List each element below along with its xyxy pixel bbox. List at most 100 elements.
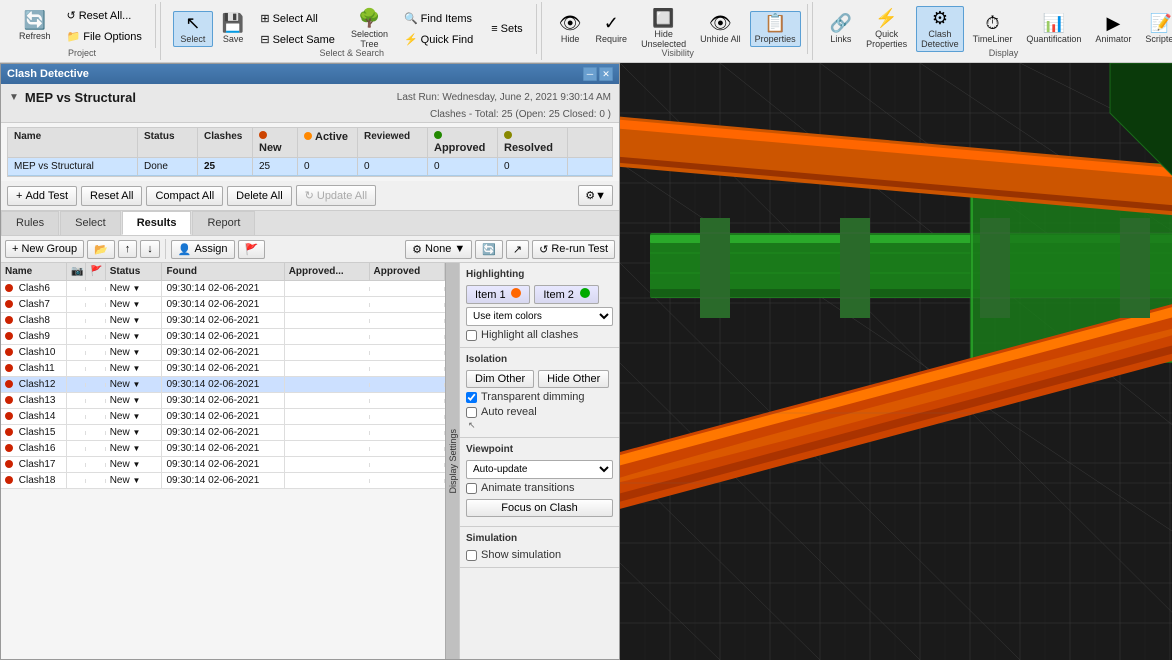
clash-name-cell: Clash15	[1, 425, 67, 440]
quantification-button[interactable]: 📊 Quantification	[1021, 11, 1086, 47]
export-button[interactable]: ↗	[506, 240, 529, 259]
view-button[interactable]: 🔄	[475, 240, 503, 259]
auto-update-select[interactable]: Auto-update	[466, 460, 613, 479]
settings-dropdown-button[interactable]: ⚙ ▼	[578, 185, 613, 206]
tab-select[interactable]: Select	[60, 211, 121, 235]
select-all-icon: ⊞	[260, 12, 269, 25]
item2-button[interactable]: Item 2	[534, 285, 598, 304]
clash-row-clash9[interactable]: Clash9 New ▼ 09:30:14 02-06-2021	[1, 329, 445, 345]
animate-transitions-checkbox[interactable]	[466, 483, 477, 494]
clash-name-cell: Clash14	[1, 409, 67, 424]
quick-find-button[interactable]: ⚡ Quick Find	[397, 30, 480, 49]
status-chevron-icon: ▼	[133, 380, 141, 389]
r-flag-header: 🚩	[86, 263, 105, 280]
results-icon-btn-4[interactable]: 🚩	[238, 240, 266, 259]
reset-all-button[interactable]: ↺ Reset All...	[60, 6, 149, 25]
hide-other-button[interactable]: Hide Other	[538, 370, 609, 388]
clash-flag-cell	[86, 431, 105, 435]
update-all-button[interactable]: ↻ Update All	[296, 185, 376, 206]
viewport-svg	[620, 63, 1172, 660]
clash-approved-cell	[370, 367, 445, 371]
none-dropdown-button[interactable]: ⚙ None ▼	[405, 240, 472, 259]
results-icon-btn-2[interactable]: ↑	[118, 240, 138, 258]
clash-row-clash14[interactable]: Clash14 New ▼ 09:30:14 02-06-2021	[1, 409, 445, 425]
clash-found-cell: 09:30:14 02-06-2021	[162, 345, 284, 360]
select-same-button[interactable]: ⊟ Select Same	[253, 30, 342, 49]
focus-on-clash-button[interactable]: Focus on Clash	[466, 499, 613, 517]
find-items-button[interactable]: 🔍 Find Items	[397, 9, 480, 28]
test-row-1[interactable]: MEP vs Structural Done 25 25 0 0 0 0	[8, 158, 612, 176]
add-test-button[interactable]: + Add Test	[7, 186, 77, 206]
links-button[interactable]: 🔗 Links	[825, 11, 857, 47]
auto-reveal-checkbox[interactable]	[466, 407, 477, 418]
clash-row-clash8[interactable]: Clash8 New ▼ 09:30:14 02-06-2021	[1, 313, 445, 329]
select-all-button[interactable]: ⊞ Select All	[253, 9, 342, 28]
hide-button[interactable]: 👁 Hide	[554, 11, 587, 47]
item1-color	[511, 288, 521, 298]
require-button[interactable]: ✓ Require	[591, 11, 633, 47]
file-options-button[interactable]: 📁 File Options	[60, 27, 149, 46]
viewpoint-section: Viewpoint Auto-update Animate transition…	[460, 438, 619, 527]
highlight-all-checkbox[interactable]	[466, 330, 477, 341]
clash-detective-toolbar-button[interactable]: ⚙ ClashDetective	[916, 6, 964, 52]
clash-row-clash12[interactable]: Clash12 New ▼ 09:30:14 02-06-2021	[1, 377, 445, 393]
compact-all-button[interactable]: Compact All	[146, 186, 223, 206]
add-icon: +	[16, 190, 22, 202]
tab-results[interactable]: Results	[122, 211, 192, 235]
assign-button[interactable]: 👤 Assign	[171, 240, 235, 259]
results-icon-btn-3[interactable]: ↓	[140, 240, 160, 258]
close-button[interactable]: ✕	[599, 67, 613, 81]
clashes-summary: Clashes - Total: 25 (Open: 25 Closed: 0 …	[430, 109, 611, 120]
timeliner-button[interactable]: ⏱ TimeLiner	[968, 11, 1018, 47]
results-icon-btn-1[interactable]: 📂	[87, 240, 115, 259]
clash-row-clash10[interactable]: Clash10 New ▼ 09:30:14 02-06-2021	[1, 345, 445, 361]
quickfind-icon: ⚡	[404, 33, 418, 46]
reset-all-test-button[interactable]: Reset All	[81, 186, 142, 206]
panel-title: Clash Detective	[7, 68, 89, 80]
clash-camera-cell	[67, 303, 86, 307]
show-simulation-checkbox[interactable]	[466, 550, 477, 561]
collapse-button[interactable]: ▼	[9, 92, 19, 103]
clash-row-clash15[interactable]: Clash15 New ▼ 09:30:14 02-06-2021	[1, 425, 445, 441]
selection-tree-button[interactable]: 🌳 SelectionTree	[346, 6, 393, 52]
results-table[interactable]: Name 📷 🚩 Status Found Approved... Approv…	[1, 263, 445, 659]
clash-row-clash7[interactable]: Clash7 New ▼ 09:30:14 02-06-2021	[1, 297, 445, 313]
scripter-button[interactable]: 📝 Scripter	[1140, 11, 1172, 47]
clash-row-clash13[interactable]: Clash13 New ▼ 09:30:14 02-06-2021	[1, 393, 445, 409]
unhide-all-button[interactable]: 👁 Unhide All	[695, 11, 746, 47]
clash-row-clash16[interactable]: Clash16 New ▼ 09:30:14 02-06-2021	[1, 441, 445, 457]
select-button[interactable]: ↖ Select	[173, 11, 213, 47]
properties-button[interactable]: 📋 Properties	[750, 11, 801, 47]
clash-row-clash17[interactable]: Clash17 New ▼ 09:30:14 02-06-2021	[1, 457, 445, 473]
delete-all-button[interactable]: Delete All	[227, 186, 291, 206]
clash-approved-by-cell	[285, 399, 370, 403]
dim-other-button[interactable]: Dim Other	[466, 370, 534, 388]
clash-camera-cell	[67, 287, 86, 291]
item1-button[interactable]: Item 1	[466, 285, 530, 304]
clash-flag-cell	[86, 351, 105, 355]
hide-unselected-button[interactable]: 🔲 HideUnselected	[636, 6, 691, 52]
sets-button[interactable]: ≡ Sets	[484, 20, 529, 38]
tab-report[interactable]: Report	[192, 211, 255, 235]
clash-row-clash18[interactable]: Clash18 New ▼ 09:30:14 02-06-2021	[1, 473, 445, 489]
panel-titlebar: Clash Detective ─ ✕	[1, 64, 619, 84]
refresh-button[interactable]: 🔄 Refresh	[14, 8, 56, 44]
quick-properties-button[interactable]: ⚡ QuickProperties	[861, 6, 912, 52]
animator-button[interactable]: ▶ Animator	[1090, 11, 1136, 47]
save-button[interactable]: 💾 Save	[217, 11, 249, 47]
use-item-colors-select[interactable]: Use item colors	[466, 307, 613, 326]
new-group-button[interactable]: + New Group	[5, 240, 84, 258]
clash-found-cell: 09:30:14 02-06-2021	[162, 457, 284, 472]
clash-row-clash11[interactable]: Clash11 New ▼ 09:30:14 02-06-2021	[1, 361, 445, 377]
clash-name-cell: Clash10	[1, 345, 67, 360]
tab-rules[interactable]: Rules	[1, 211, 59, 235]
clash-row-clash6[interactable]: Clash6 New ▼ 09:30:14 02-06-2021	[1, 281, 445, 297]
clash-camera-cell	[67, 319, 86, 323]
results-table-header: Name 📷 🚩 Status Found Approved... Approv…	[1, 263, 445, 281]
toolbar-group-visibility: 👁 Hide ✓ Require 🔲 HideUnselected 👁 Unhi…	[544, 2, 813, 60]
rerun-test-button[interactable]: ↺ Re-run Test	[532, 240, 615, 259]
select-same-icon: ⊟	[260, 33, 269, 46]
transparent-dimming-checkbox[interactable]	[466, 392, 477, 403]
minimize-button[interactable]: ─	[583, 67, 597, 81]
display-settings-tab[interactable]: Display Settings	[445, 263, 459, 659]
